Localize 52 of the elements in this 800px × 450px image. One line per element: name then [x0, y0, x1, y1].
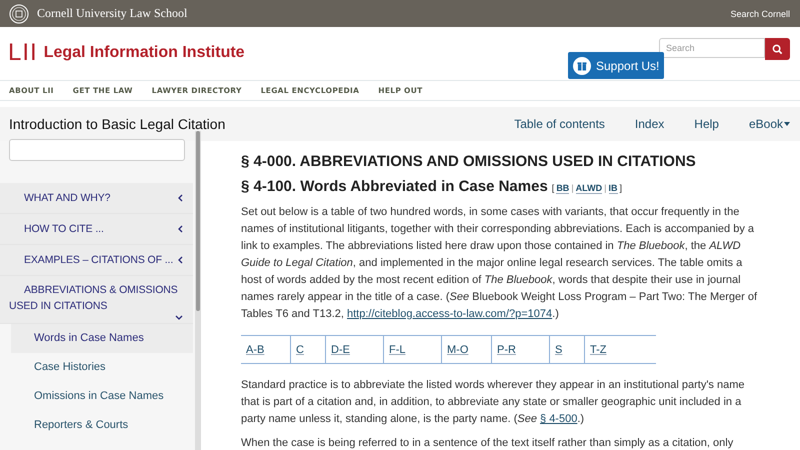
bracket-text: ]: [620, 183, 622, 193]
search-field[interactable]: Search: [659, 38, 765, 58]
gift-icon: [573, 56, 591, 74]
scrollbar[interactable]: [195, 131, 201, 450]
bracket-text: [: [552, 183, 554, 193]
search-button[interactable]: [765, 38, 790, 60]
chevron-left-icon: [178, 194, 183, 202]
chevron-left-icon: [178, 256, 183, 264]
sidebar-item[interactable]: HOW TO CITE ...: [0, 214, 193, 245]
section-subheading: § 4-100. Words Abbreviated in Case Names: [241, 178, 548, 195]
separator-text: |: [571, 183, 574, 193]
chevron-down-icon: [175, 315, 183, 320]
chevron-left-icon: [178, 225, 183, 233]
letter-link[interactable]: S: [550, 336, 585, 363]
separator-text: |: [604, 183, 606, 193]
letter-link[interactable]: F-L: [384, 336, 442, 363]
sidebar-subitem[interactable]: Omissions in Case Names: [11, 382, 193, 411]
sidebar-search-field[interactable]: [9, 138, 185, 160]
search-icon: [772, 44, 783, 54]
text-link[interactable]: § 4-500: [540, 413, 578, 425]
sidebar-item[interactable]: WHAT AND WHY?: [0, 183, 193, 214]
support-button[interactable]: Support Us!: [568, 52, 664, 79]
logo-mark[interactable]: LII: [8, 38, 38, 66]
search-link[interactable]: Search Cornell: [730, 8, 790, 18]
letter-link[interactable]: P-R: [492, 336, 550, 363]
book-title: Introduction to Basic Legal Citation: [9, 116, 226, 132]
book-link[interactable]: Index: [634, 117, 664, 131]
letter-link[interactable]: M-O: [442, 336, 492, 363]
letter-link[interactable]: T-Z: [585, 336, 635, 363]
letter-link[interactable]: A-B: [241, 336, 291, 363]
sidebar-item[interactable]: EXAMPLES – CITATIONS OF ...: [0, 245, 193, 276]
body-paragraph: When the case is being referred to in a sentence of the text itself rather than simply as a citation, only: [241, 436, 734, 450]
sidebar-item[interactable]: ABBREVIATIONS & OMISSIONS USED IN CITATIONS: [0, 276, 193, 324]
reference-link[interactable]: IB: [608, 183, 618, 194]
book-link[interactable]: Help: [694, 117, 719, 131]
caret-icon: [784, 122, 790, 126]
sidebar-subitem[interactable]: Reporters & Courts: [11, 411, 193, 440]
sidebar-subitem[interactable]: Case Histories: [11, 353, 193, 382]
book-link[interactable]: Table of contents: [514, 117, 605, 131]
letter-link[interactable]: D-E: [326, 336, 384, 363]
school-name[interactable]: Cornell University Law School: [37, 6, 188, 21]
sidebar-subitem[interactable]: Words in Case Names: [11, 324, 193, 353]
book-link[interactable]: eBook: [748, 117, 790, 131]
reference-link[interactable]: BB: [556, 183, 570, 194]
section-heading: § 4-000. ABBREVIATIONS AND OMISSIONS USED IN CITATIONS: [241, 153, 697, 170]
reference-link[interactable]: ALWD: [576, 183, 602, 194]
letter-link[interactable]: C: [291, 336, 326, 363]
body-paragraph: Set out below is a table of two hundred words, in some cases with variants, that occur frequently in the names of institutional litigants, together with their corresponding abbreviations. Each is accompanied by a link to examples. The abbreviations listed here draw upon those contained in The Bluebook, the ALWD Guide to Legal Citation, and implemented in the major online legal research services. The table omits a host of words added by the most recent edition of The Bluebook, words that despite their use in journal names rarely appear in the title of a case. (See Bluebook Weight Loss Program – Part Two: The Merger of Tables T6 and T13.2, http://citeblog.access-to-law.com/?p=1074.): [241, 205, 758, 322]
seal-icon: [9, 4, 29, 24]
body-paragraph: Standard practice is to abbreviate the listed words wherever they appear in an institutional party's name that is part of a citation and, in addition, to abbreviate any state or smaller geographic unit included in a party name unless it, standing alone, is the party name. (See § 4-500.): [241, 378, 746, 427]
site-name[interactable]: Legal Information Institute: [44, 44, 245, 62]
text-link[interactable]: http://citeblog.access-to-law.com/?p=1074: [347, 308, 552, 320]
